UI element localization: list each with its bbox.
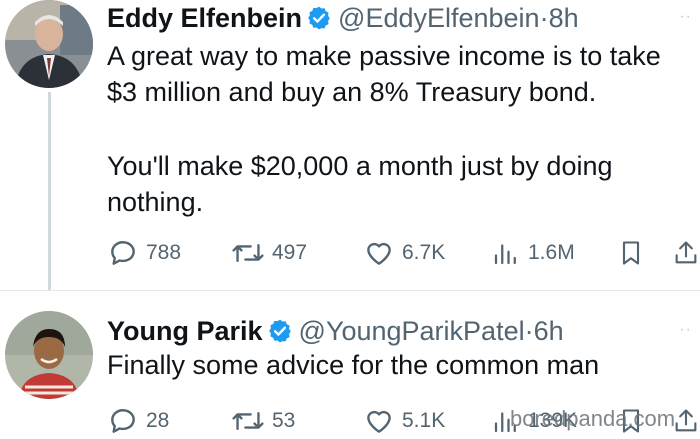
views-button[interactable]: 1.6M [491, 235, 575, 271]
like-icon [367, 410, 391, 433]
repost-button[interactable]: 497 [231, 235, 307, 271]
share-button[interactable] [672, 235, 700, 271]
separator: · [539, 3, 549, 33]
bookmark-button[interactable] [617, 235, 645, 271]
action-bar: 788 497 6.7K 1.6M [107, 235, 700, 271]
author-name[interactable]: Eddy Elfenbein [107, 3, 302, 33]
tweet-text: You'll make $20,000 a month just by doin… [107, 148, 700, 220]
repost-icon [232, 411, 264, 431]
reply-button[interactable]: 788 [107, 235, 181, 271]
views-icon [494, 244, 516, 265]
tweet-eddy-elfenbein[interactable]: Eddy Elfenbein @EddyElfenbein·8h ·· A gre… [0, 0, 700, 290]
separator: · [524, 316, 534, 346]
share-icon [675, 409, 697, 432]
more-options-icon[interactable]: ·· [679, 8, 692, 26]
repost-icon [232, 243, 264, 263]
tweet-text: A great way to make passive income is to… [107, 38, 700, 110]
like-icon [367, 242, 391, 265]
repost-button[interactable]: 53 [231, 403, 295, 439]
like-count: 6.7K [402, 241, 446, 264]
more-options-icon[interactable]: ·· [679, 321, 692, 339]
tweet-text-line: nothing. [107, 187, 204, 217]
verified-badge-icon [306, 5, 332, 38]
tweet-header: Young Parik @YoungParikPatel·6h [107, 315, 564, 351]
reply-icon [111, 241, 135, 265]
like-count: 5.1K [402, 409, 446, 432]
repost-count: 497 [272, 241, 308, 264]
tweet-text: Finally some advice for the common man [107, 350, 600, 380]
repost-count: 53 [272, 409, 296, 432]
reply-count: 788 [146, 241, 182, 264]
share-icon [675, 241, 697, 264]
reply-count: 28 [146, 409, 170, 432]
view-count: 1.6M [528, 241, 575, 264]
author-handle[interactable]: @YoungParikPatel [299, 316, 525, 346]
bookmark-icon [622, 241, 640, 265]
reply-button[interactable]: 28 [107, 403, 169, 439]
post-time[interactable]: 8h [549, 3, 579, 33]
tweet-text-line: You'll make $20,000 a month just by doin… [107, 151, 613, 181]
thread-line [48, 92, 51, 290]
reply-icon [111, 409, 135, 433]
tweet-text-line: A great way to make passive income is to… [107, 41, 661, 71]
like-button[interactable]: 6.7K [363, 235, 445, 271]
watermark: boredpanda.com [510, 406, 676, 431]
share-button[interactable] [672, 403, 700, 439]
avatar[interactable] [5, 311, 93, 399]
author-handle[interactable]: @EddyElfenbein [338, 3, 540, 33]
like-button[interactable]: 5.1K [363, 403, 445, 439]
tweet-header: Eddy Elfenbein @EddyElfenbein·8h [107, 2, 579, 38]
author-name[interactable]: Young Parik [107, 316, 263, 346]
post-time[interactable]: 6h [534, 316, 564, 346]
avatar[interactable] [5, 0, 93, 88]
tweet-text-line: $3 million and buy an 8% Treasury bond. [107, 77, 597, 107]
